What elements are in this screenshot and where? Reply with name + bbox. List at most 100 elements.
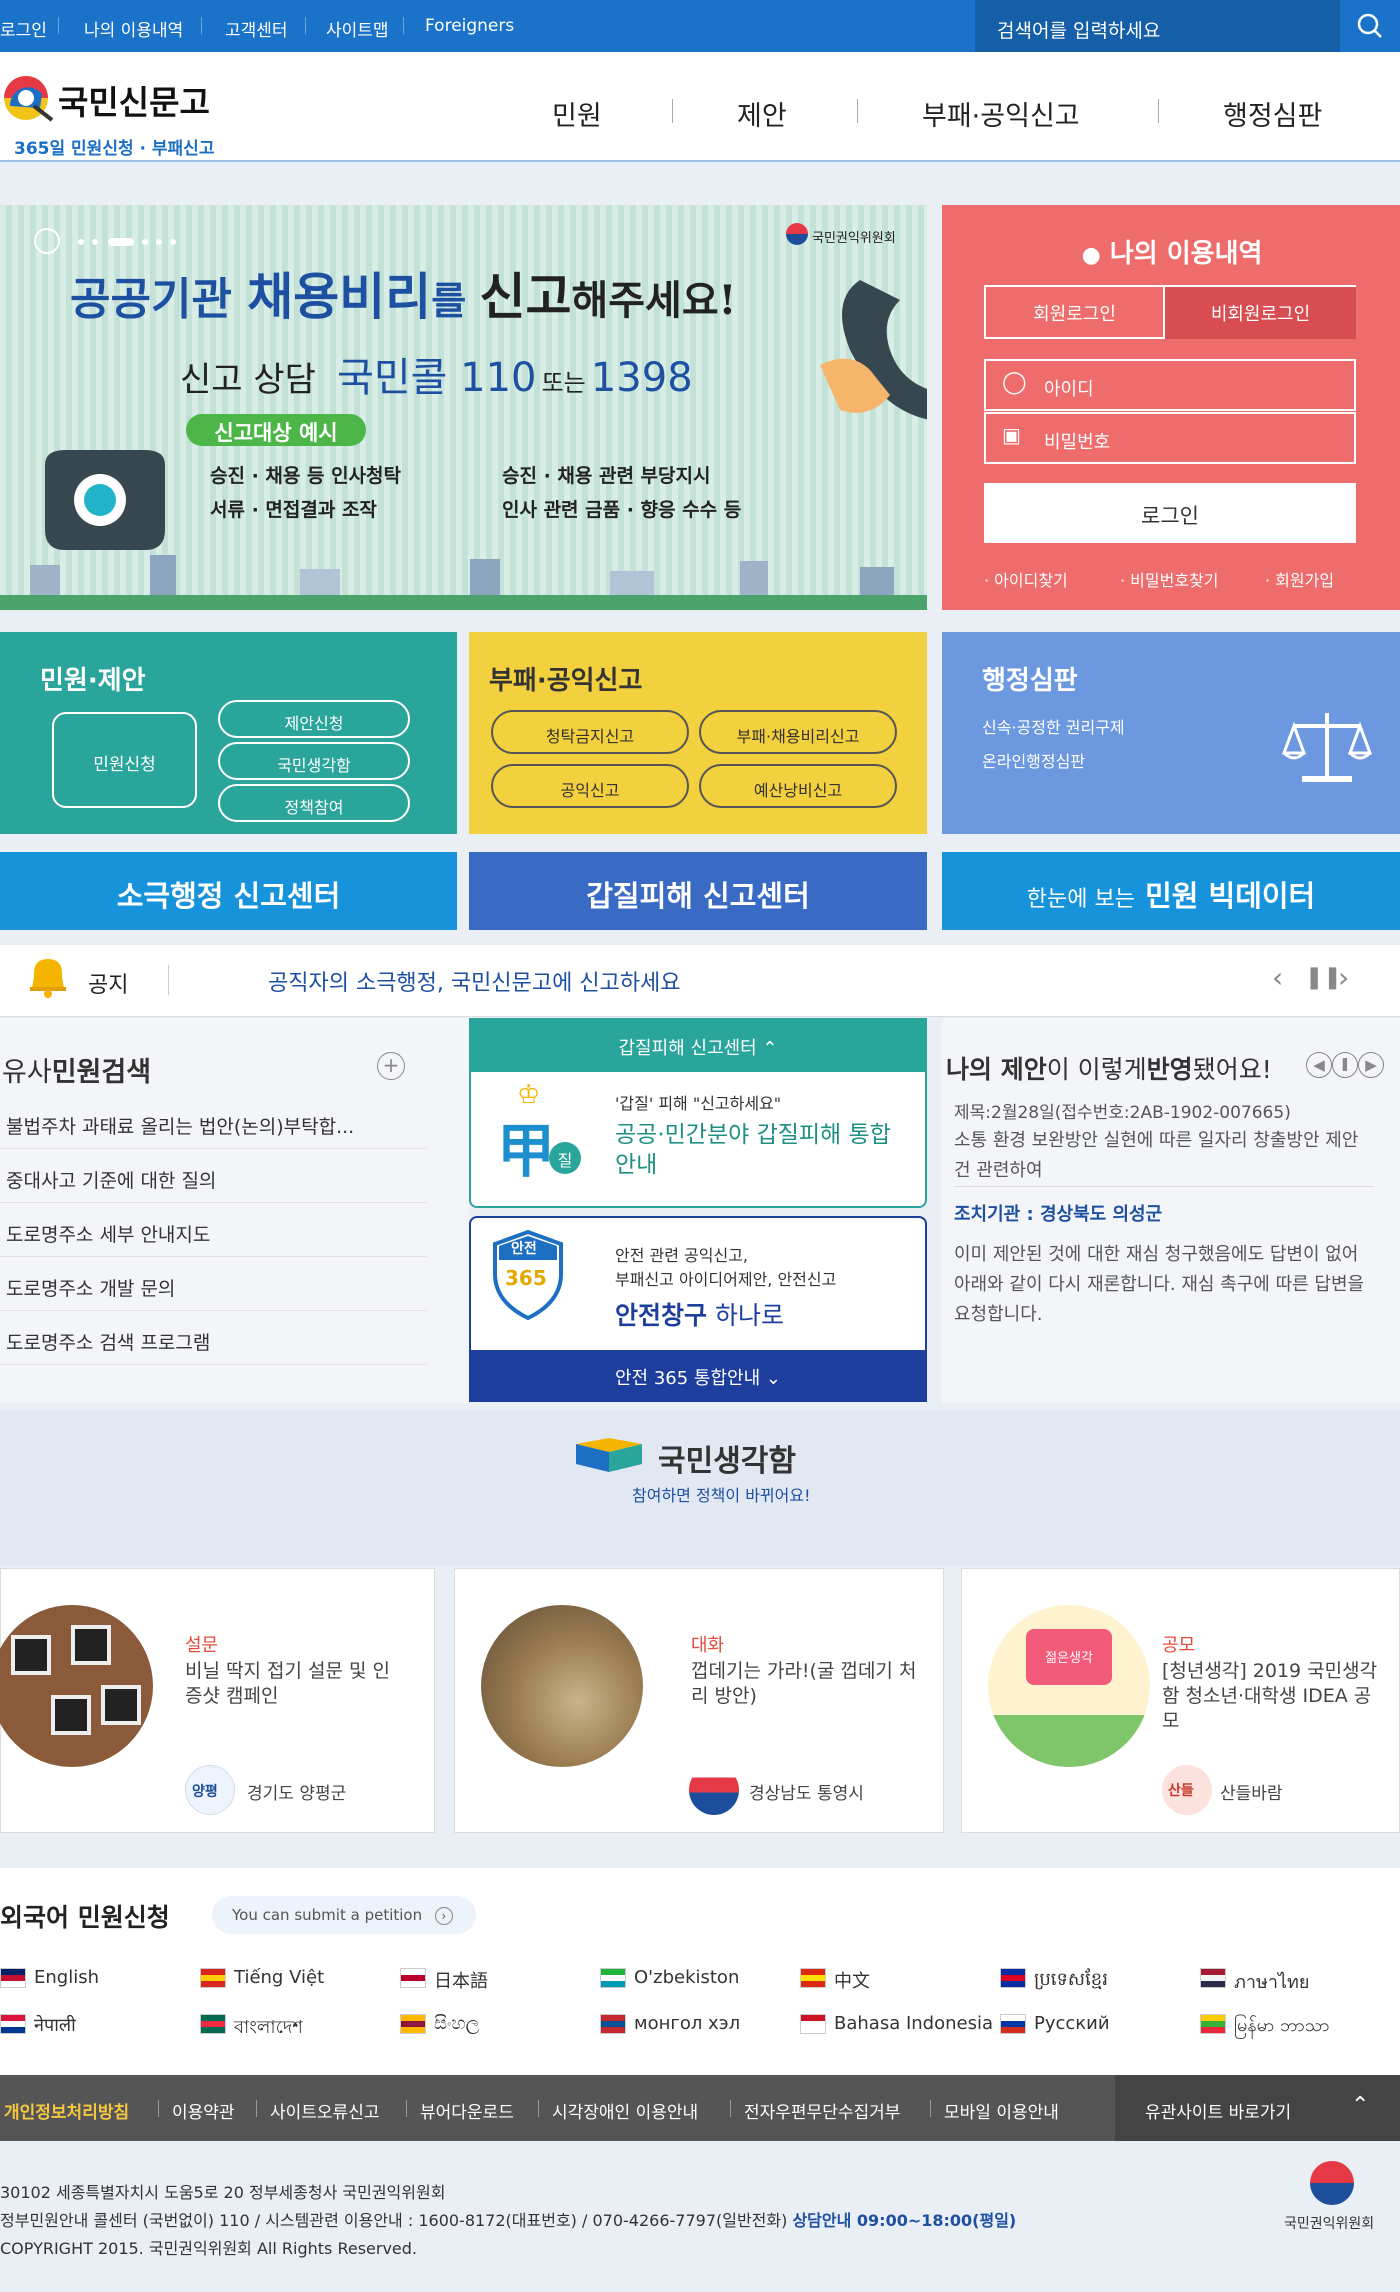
viewer-download-link[interactable]: 뷰어다운로드 [420, 2098, 514, 2123]
idea-thumbnail [0, 1605, 153, 1767]
idea-card[interactable]: 대화 껍데기는 가라!(굴 껍데기 처리 방안) 경상남도 통영시 [454, 1568, 944, 1833]
login-panel: ● 나의 이용내역 회원로그인 비회원로그인 아이디 ◯ 비밀번호 ▣ 로그인 … [942, 205, 1400, 610]
similar-item[interactable]: 도로명주소 검색 프로그램 [6, 1328, 210, 1355]
slide-dot[interactable] [92, 239, 98, 245]
flag-icon [600, 1968, 626, 1988]
id-input[interactable]: 아이디 [984, 359, 1356, 411]
slide-dot[interactable] [156, 239, 162, 245]
idea-card[interactable]: 젊은생각 공모 [청년생각] 2019 국민생각함 청소년·대학생 IDEA 공… [961, 1568, 1400, 1833]
login-link[interactable]: 로그인 [0, 16, 47, 41]
slide-dot[interactable] [142, 239, 148, 245]
slide-dot-active[interactable] [108, 238, 134, 246]
language-link[interactable]: Русский [1034, 2013, 1110, 2034]
tab-member-login[interactable]: 회원로그인 [984, 287, 1165, 339]
language-link[interactable]: नेपाली [34, 2013, 76, 2037]
next-icon[interactable]: › [1338, 961, 1349, 994]
prev-icon[interactable]: ‹ [1272, 961, 1283, 994]
similar-item[interactable]: 중대사고 기준에 대한 질의 [6, 1166, 216, 1193]
site-logo[interactable]: 국민신문고 365일 민원신청 · 부패신고 [0, 68, 230, 159]
petition-bigdata-button[interactable]: 한눈에 보는 민원 빅데이터 [942, 852, 1400, 930]
error-report-link[interactable]: 사이트오류신고 [270, 2098, 379, 2123]
language-link[interactable]: монгол хэл [634, 2013, 740, 2034]
pause-icon[interactable]: ❚ [1332, 1052, 1358, 1078]
language-link[interactable]: ប្រទេសខ្មែរ [1034, 1967, 1108, 1994]
petition-apply-button[interactable]: 민원신청 [52, 712, 197, 808]
gnb-petition[interactable]: 민원 [552, 94, 602, 133]
email-refusal-link[interactable]: 전자우편무단수집거부 [744, 2098, 900, 2123]
language-link[interactable]: 中文 [834, 1967, 870, 1993]
similar-item[interactable]: 불법주차 과태료 올리는 법안(논의)부탁합... [6, 1112, 354, 1139]
sitemap-link[interactable]: 사이트맵 [326, 16, 389, 41]
privacy-policy-link[interactable]: 개인정보처리방침 [4, 2098, 129, 2123]
language-link[interactable]: O'zbekiston [634, 1967, 739, 1988]
language-link[interactable]: Tiếng Việt [234, 1967, 324, 1988]
tab-guest-login[interactable]: 비회원로그인 [1165, 287, 1356, 339]
terms-link[interactable]: 이용약관 [172, 2098, 235, 2123]
find-id-link[interactable]: · 아이디찾기 [984, 567, 1068, 591]
petition-info-pill[interactable]: You can submit a petition › [212, 1896, 476, 1934]
idea-card[interactable]: 설문 비닐 딱지 접기 설문 및 인증샷 캠페인 양평 경기도 양평군 [0, 1568, 435, 1833]
accessibility-link[interactable]: 시각장애인 이용안내 [552, 2098, 698, 2123]
government-emblem-icon [1310, 2161, 1354, 2205]
policy-participation-button[interactable]: 정책참여 [218, 784, 410, 822]
org-logo-icon: 산들 [1162, 1765, 1212, 1815]
idea-thumbnail: 젊은생각 [988, 1605, 1150, 1767]
footer-agency: 국민권익위원회 [1284, 2216, 1375, 2232]
customer-center-link[interactable]: 고객센터 [225, 16, 288, 41]
language-link[interactable]: ภาษาไทย [1234, 1967, 1309, 1996]
language-link[interactable]: සිංහල [434, 2013, 479, 2034]
safety-line: 안전 관련 공익신고, [615, 1246, 749, 1265]
password-input[interactable]: 비밀번호 [984, 412, 1356, 464]
public-interest-report-button[interactable]: 공익신고 [491, 764, 689, 808]
similar-item[interactable]: 도로명주소 개발 문의 [6, 1274, 175, 1301]
service-title: 부패·공익신고 [489, 666, 643, 696]
main-banner[interactable]: 국민권익위원회 공공기관 채용비리를 신고해주세요! 신고 상담 국민콜 110… [0, 205, 927, 610]
gnb-admin-trial[interactable]: 행정심판 [1223, 94, 1322, 133]
search-button[interactable] [1340, 0, 1400, 52]
safety-365-button[interactable]: 안전 365 통합안내 ⌄ [469, 1350, 927, 1402]
pause-icon[interactable]: ❚❚ [1305, 965, 1342, 990]
similar-item[interactable]: 도로명주소 세부 안내지도 [6, 1220, 210, 1247]
search-input[interactable]: 검색어를 입력하세요 [975, 0, 1340, 52]
foreigners-link[interactable]: Foreigners [425, 16, 514, 36]
language-link[interactable]: English [34, 1967, 99, 1988]
related-sites-button[interactable]: 유관사이트 바로가기 ⌃ [1115, 2075, 1400, 2141]
gapjil-center-header[interactable]: 갑질피해 신고센터 ⌃ [469, 1018, 927, 1072]
passive-admin-report-button[interactable]: 소극행정 신고센터 [0, 852, 457, 930]
proposal-subject[interactable]: 소통 환경 보완방안 실현에 따른 일자리 창출방안 제안 건 관련하여 [954, 1126, 1374, 1186]
login-title: ● 나의 이용내역 [1081, 239, 1263, 269]
language-link[interactable]: বাংলাদেশ [234, 2013, 303, 2044]
proposal-apply-button[interactable]: 제안신청 [218, 700, 410, 738]
slide-dot[interactable] [78, 239, 84, 245]
slide-dot[interactable] [170, 239, 176, 245]
divider [168, 965, 169, 995]
gapjil-card[interactable]: ♔ 甲 질 '갑질' 피해 "신고하세요" 공공·민간분야 갑질피해 통합안내 [469, 1072, 927, 1208]
find-password-link[interactable]: · 비밀번호찾기 [1120, 567, 1219, 591]
public-idea-button[interactable]: 국민생각함 [218, 742, 410, 780]
gnb-proposal[interactable]: 제안 [737, 94, 787, 133]
language-link[interactable]: 日本語 [434, 1967, 488, 1993]
gnb-corruption-report[interactable]: 부패·공익신고 [922, 94, 1080, 133]
language-link[interactable]: မြန်မာ ဘာသာ [1234, 2013, 1330, 2040]
banner-callline: 신고 상담 국민콜 110 또는 1398 [180, 355, 693, 401]
anti-graft-report-button[interactable]: 청탁금지신고 [491, 710, 689, 754]
budget-waste-report-button[interactable]: 예산낭비신고 [699, 764, 897, 808]
next-icon[interactable]: ▶ [1358, 1052, 1384, 1078]
corruption-report-button[interactable]: 부패·채용비리신고 [699, 710, 897, 754]
my-history-link[interactable]: 나의 이용내역 [84, 16, 183, 41]
safety-card[interactable]: 안전 365 안전 관련 공익신고, 부패신고 아이디어제안, 안전신고 안전창… [469, 1216, 927, 1352]
example-item: 승진 · 채용 관련 부당지시 [502, 465, 711, 487]
notice-link[interactable]: 공직자의 소극행정, 국민신문고에 신고하세요 [268, 965, 681, 997]
signup-link[interactable]: · 회원가입 [1265, 567, 1334, 591]
login-button[interactable]: 로그인 [984, 483, 1356, 543]
mobile-guide-link[interactable]: 모바일 이용안내 [944, 2098, 1059, 2123]
prev-icon[interactable]: ◀ [1306, 1052, 1332, 1078]
language-link[interactable]: Bahasa Indonesia [834, 2013, 993, 2034]
divider [158, 2100, 159, 2117]
banner-play-button[interactable] [34, 228, 60, 254]
divider [0, 1148, 427, 1149]
service-trial[interactable]: 행정심판 신속·공정한 권리구제 온라인행정심판 [942, 632, 1400, 834]
example-item: 서류 · 면접결과 조작 [210, 499, 377, 521]
gapjil-report-button[interactable]: 갑질피해 신고센터 [469, 852, 927, 930]
more-icon[interactable]: + [377, 1052, 405, 1080]
